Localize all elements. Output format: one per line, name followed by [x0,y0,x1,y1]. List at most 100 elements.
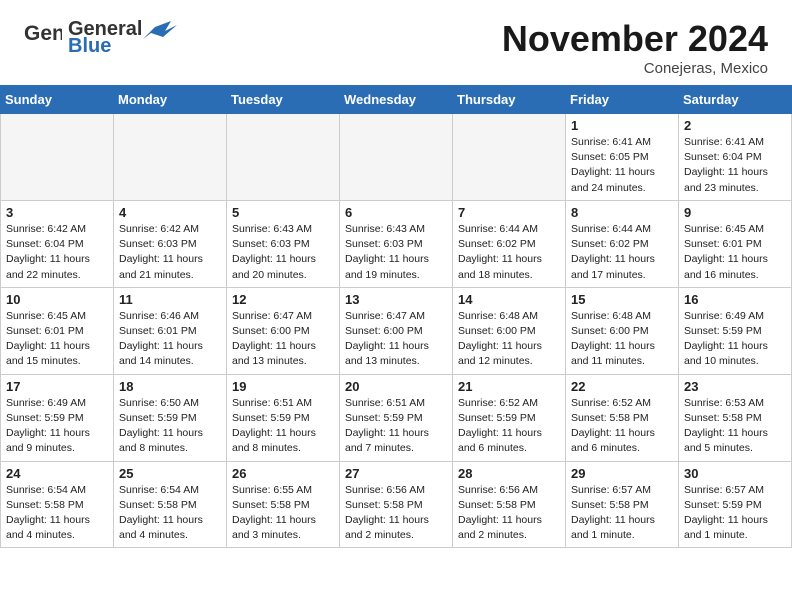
day-number: 30 [684,466,786,481]
calendar-cell: 12 Sunrise: 6:47 AMSunset: 6:00 PMDayligh… [227,287,340,374]
weekday-header-row: SundayMondayTuesdayWednesdayThursdayFrid… [1,86,792,114]
week-row-2: 3Sunrise: 6:42 AMSunset: 6:04 PMDaylight… [1,200,792,287]
weekday-thursday: Thursday [453,86,566,114]
day-number: 6 [345,205,447,220]
month-title: November 2024 [502,18,768,60]
calendar-cell: 25 Sunrise: 6:54 AMSunset: 5:58 PMDayligh… [114,461,227,548]
calendar-cell: 1Sunrise: 6:41 AMSunset: 6:05 PMDaylight… [566,114,679,201]
calendar-cell: 10 Sunrise: 6:45 AMSunset: 6:01 PMDayligh… [1,287,114,374]
calendar-table: SundayMondayTuesdayWednesdayThursdayFrid… [0,85,792,548]
day-info: Sunrise: 6:48 AMSunset: 6:00 PMDaylight:… [571,309,673,370]
week-row-5: 24 Sunrise: 6:54 AMSunset: 5:58 PMDayligh… [1,461,792,548]
calendar-cell [114,114,227,201]
day-info: Sunrise: 6:49 AMSunset: 5:59 PMDaylight:… [684,309,786,370]
calendar-cell: 13 Sunrise: 6:47 AMSunset: 6:00 PMDayligh… [340,287,453,374]
day-number: 26 [232,466,334,481]
day-number: 25 [119,466,221,481]
day-number: 1 [571,118,673,133]
calendar-cell: 23 Sunrise: 6:53 AMSunset: 5:58 PMDayligh… [679,374,792,461]
week-row-4: 17 Sunrise: 6:49 AMSunset: 5:59 PMDayligh… [1,374,792,461]
day-info: Sunrise: 6:45 AMSunset: 6:01 PMDaylight:… [684,222,786,283]
day-number: 15 [571,292,673,307]
day-info: Sunrise: 6:53 AMSunset: 5:58 PMDaylight:… [684,396,786,457]
calendar-cell: 17 Sunrise: 6:49 AMSunset: 5:59 PMDayligh… [1,374,114,461]
svg-text:General: General [24,22,62,45]
calendar-cell: 30Sunrise: 6:57 AMSunset: 5:59 PMDayligh… [679,461,792,548]
calendar-cell: 2 Sunrise: 6:41 AMSunset: 6:04 PMDaylight… [679,114,792,201]
day-info: Sunrise: 6:45 AMSunset: 6:01 PMDaylight:… [6,309,108,370]
day-number: 2 [684,118,786,133]
day-info: Sunrise: 6:47 AMSunset: 6:00 PMDaylight:… [232,309,334,370]
day-info: Sunrise: 6:51 AMSunset: 5:59 PMDaylight:… [345,396,447,457]
day-info: Sunrise: 6:49 AMSunset: 5:59 PMDaylight:… [6,396,108,457]
calendar-cell [1,114,114,201]
day-info: Sunrise: 6:56 AMSunset: 5:58 PMDaylight:… [345,483,447,544]
calendar-cell: 7 Sunrise: 6:44 AMSunset: 6:02 PMDaylight… [453,200,566,287]
day-number: 19 [232,379,334,394]
day-number: 29 [571,466,673,481]
calendar-cell [453,114,566,201]
calendar-cell: 5 Sunrise: 6:43 AMSunset: 6:03 PMDaylight… [227,200,340,287]
calendar-cell: 18 Sunrise: 6:50 AMSunset: 5:59 PMDayligh… [114,374,227,461]
day-info: Sunrise: 6:42 AMSunset: 6:03 PMDaylight:… [119,222,221,283]
day-info: Sunrise: 6:43 AMSunset: 6:03 PMDaylight:… [345,222,447,283]
page-header: General General Blue November 2024 Conej… [0,0,792,85]
calendar-cell: 22 Sunrise: 6:52 AMSunset: 5:58 PMDayligh… [566,374,679,461]
calendar-cell: 6 Sunrise: 6:43 AMSunset: 6:03 PMDaylight… [340,200,453,287]
calendar-cell: 14 Sunrise: 6:48 AMSunset: 6:00 PMDayligh… [453,287,566,374]
calendar-cell [227,114,340,201]
day-number: 14 [458,292,560,307]
day-info: Sunrise: 6:43 AMSunset: 6:03 PMDaylight:… [232,222,334,283]
day-number: 18 [119,379,221,394]
day-number: 3 [6,205,108,220]
day-info: Sunrise: 6:41 AMSunset: 6:04 PMDaylight:… [684,135,786,196]
day-info: Sunrise: 6:47 AMSunset: 6:00 PMDaylight:… [345,309,447,370]
logo: General [24,18,68,53]
day-number: 17 [6,379,108,394]
day-info: Sunrise: 6:57 AMSunset: 5:58 PMDaylight:… [571,483,673,544]
day-info: Sunrise: 6:44 AMSunset: 6:02 PMDaylight:… [458,222,560,283]
day-number: 12 [232,292,334,307]
weekday-sunday: Sunday [1,86,114,114]
day-info: Sunrise: 6:56 AMSunset: 5:58 PMDaylight:… [458,483,560,544]
day-number: 21 [458,379,560,394]
day-info: Sunrise: 6:55 AMSunset: 5:58 PMDaylight:… [232,483,334,544]
day-number: 20 [345,379,447,394]
week-row-3: 10 Sunrise: 6:45 AMSunset: 6:01 PMDayligh… [1,287,792,374]
calendar-cell: 15 Sunrise: 6:48 AMSunset: 6:00 PMDayligh… [566,287,679,374]
calendar-cell: 21 Sunrise: 6:52 AMSunset: 5:59 PMDayligh… [453,374,566,461]
calendar-cell: 9 Sunrise: 6:45 AMSunset: 6:01 PMDaylight… [679,200,792,287]
day-number: 16 [684,292,786,307]
day-info: Sunrise: 6:50 AMSunset: 5:59 PMDaylight:… [119,396,221,457]
calendar-cell: 26 Sunrise: 6:55 AMSunset: 5:58 PMDayligh… [227,461,340,548]
day-info: Sunrise: 6:52 AMSunset: 5:59 PMDaylight:… [458,396,560,457]
calendar-cell: 24 Sunrise: 6:54 AMSunset: 5:58 PMDayligh… [1,461,114,548]
day-info: Sunrise: 6:54 AMSunset: 5:58 PMDaylight:… [119,483,221,544]
calendar-cell: 3Sunrise: 6:42 AMSunset: 6:04 PMDaylight… [1,200,114,287]
calendar-cell: 28Sunrise: 6:56 AMSunset: 5:58 PMDayligh… [453,461,566,548]
calendar-cell: 19Sunrise: 6:51 AMSunset: 5:59 PMDayligh… [227,374,340,461]
calendar-cell: 27 Sunrise: 6:56 AMSunset: 5:58 PMDayligh… [340,461,453,548]
day-number: 10 [6,292,108,307]
day-number: 5 [232,205,334,220]
day-info: Sunrise: 6:44 AMSunset: 6:02 PMDaylight:… [571,222,673,283]
day-number: 9 [684,205,786,220]
location: Conejeras, Mexico [502,60,768,77]
day-info: Sunrise: 6:48 AMSunset: 6:00 PMDaylight:… [458,309,560,370]
calendar-cell [340,114,453,201]
weekday-friday: Friday [566,86,679,114]
day-number: 13 [345,292,447,307]
weekday-monday: Monday [114,86,227,114]
logo-blue: Blue [68,35,111,58]
weekday-wednesday: Wednesday [340,86,453,114]
day-info: Sunrise: 6:54 AMSunset: 5:58 PMDaylight:… [6,483,108,544]
day-number: 24 [6,466,108,481]
day-info: Sunrise: 6:52 AMSunset: 5:58 PMDaylight:… [571,396,673,457]
day-number: 7 [458,205,560,220]
day-number: 27 [345,466,447,481]
day-number: 23 [684,379,786,394]
day-number: 22 [571,379,673,394]
logo-block: General Blue [68,18,177,58]
calendar-cell: 4Sunrise: 6:42 AMSunset: 6:03 PMDaylight… [114,200,227,287]
weekday-tuesday: Tuesday [227,86,340,114]
